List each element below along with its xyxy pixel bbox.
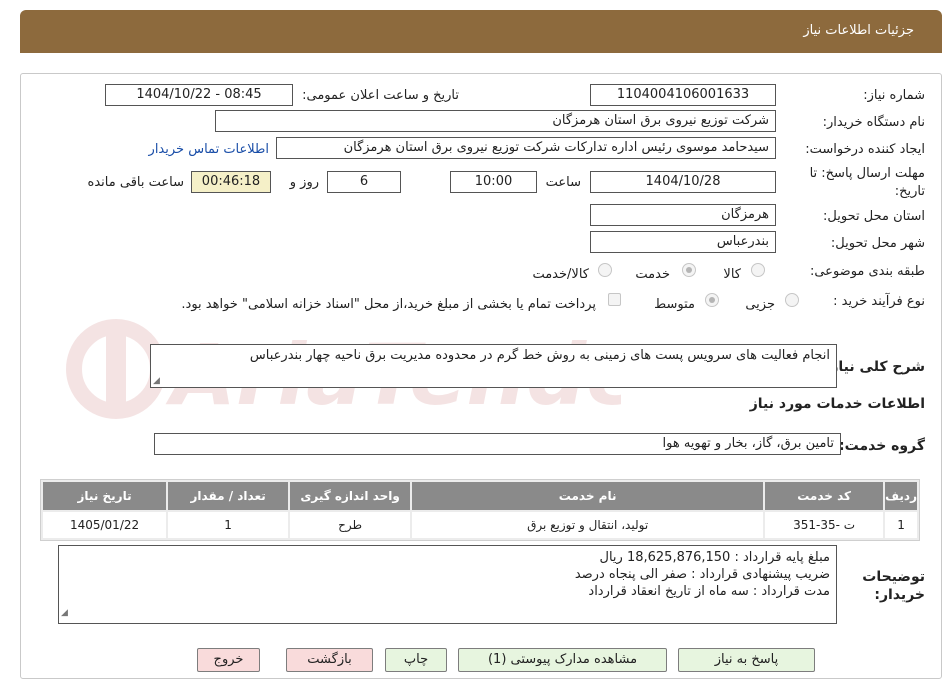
col-header-need-date: تاریخ نیاز xyxy=(43,482,167,510)
buyer-note-line: مبلغ پایه قرارداد : 18,625,876,150 ریال xyxy=(599,550,830,565)
deadline-date-field: 1404/10/28 xyxy=(590,171,776,193)
announce-date-label: تاریخ و ساعت اعلان عمومی: xyxy=(302,88,459,103)
category-label: طبقه بندی موضوعی: xyxy=(809,264,925,279)
description-text: انجام فعالیت های سرویس پست های زمینی به … xyxy=(249,348,830,363)
need-number-field: 1104004106001633 xyxy=(590,84,776,106)
buyer-contact-link[interactable]: اطلاعات تماس خریدار xyxy=(149,142,269,157)
cell-need-date: 1405/01/22 xyxy=(43,512,167,538)
treasury-payment-checkbox[interactable] xyxy=(608,293,621,306)
need-details-panel: AriaTender شماره نیاز: 1104004106001633 … xyxy=(20,73,942,679)
deadline-time-field: 10:00 xyxy=(450,171,537,193)
process-radio-medium[interactable] xyxy=(705,293,719,307)
cell-unit: طرح xyxy=(290,512,411,538)
city-field: بندرعباس xyxy=(590,231,776,253)
buyer-notes-label-line2: خریدار: xyxy=(874,587,925,603)
deadline-label-line2: تاریخ: xyxy=(894,184,925,199)
buyer-label: نام دستگاه خریدار: xyxy=(822,115,925,130)
category-option-goods-service: کالا/خدمت xyxy=(532,267,589,282)
requester-field: سیدحامد موسوی رئیس اداره تدارکات شرکت تو… xyxy=(276,137,776,159)
buyer-note-line: مدت قرارداد : سه ماه از تاریخ انعقاد قرا… xyxy=(588,584,830,599)
need-number-label: شماره نیاز: xyxy=(863,88,925,103)
announce-date-field: 1404/10/22 - 08:45 xyxy=(105,84,293,106)
process-label: نوع فرآیند خرید : xyxy=(833,294,925,309)
col-header-row-number: ردیف xyxy=(885,482,917,510)
days-label: روز و xyxy=(289,175,319,190)
col-header-service-code: کد خدمت xyxy=(765,482,884,510)
remaining-time-field: 00:46:18 xyxy=(191,171,271,193)
buyer-notes-textarea[interactable]: مبلغ پایه قرارداد : 18,625,876,150 ریال … xyxy=(58,545,837,624)
service-group-label: گروه خدمت: xyxy=(839,438,925,454)
buyer-field: شرکت توزیع نیروی برق استان هرمزگان xyxy=(215,110,776,132)
print-button[interactable]: چاپ xyxy=(385,648,447,672)
page-title: جزئیات اطلاعات نیاز xyxy=(803,23,914,38)
city-label: شهر محل تحویل: xyxy=(830,236,925,251)
view-attachments-button[interactable]: مشاهده مدارک پیوستی (1) xyxy=(458,648,667,672)
page-header: جزئیات اطلاعات نیاز xyxy=(20,10,942,53)
process-option-minor: جزیی xyxy=(745,297,775,312)
deadline-label: مهلت ارسال پاسخ: تا xyxy=(809,166,925,181)
treasury-payment-note: پرداخت تمام یا بخشی از مبلغ خرید،از محل … xyxy=(181,297,596,312)
cell-row-number: 1 xyxy=(885,512,917,538)
col-header-service-name: نام خدمت xyxy=(412,482,764,510)
services-table: ردیف کد خدمت نام خدمت واحد اندازه گیری ت… xyxy=(40,479,920,541)
resize-handle-icon[interactable]: ◢ xyxy=(153,376,160,386)
service-group-field: تامین برق، گاز، بخار و تهویه هوا xyxy=(154,433,841,455)
exit-button[interactable]: خروج xyxy=(197,648,260,672)
process-option-medium: متوسط xyxy=(654,297,695,312)
table-header-row: ردیف کد خدمت نام خدمت واحد اندازه گیری ت… xyxy=(43,482,917,510)
table-row: 1 ت -35-351 تولید، انتقال و توزیع برق طر… xyxy=(43,512,917,538)
province-label: استان محل تحویل: xyxy=(823,209,925,224)
cell-service-name: تولید، انتقال و توزیع برق xyxy=(412,512,764,538)
buyer-note-line: ضریب پیشنهادی قرارداد : صفر الی پنجاه در… xyxy=(574,567,830,582)
category-radio-service[interactable] xyxy=(682,263,696,277)
province-field: هرمزگان xyxy=(590,204,776,226)
days-field: 6 xyxy=(327,171,401,193)
reply-button[interactable]: پاسخ به نیاز xyxy=(678,648,815,672)
category-option-service: خدمت xyxy=(635,267,670,282)
category-radio-goods-service[interactable] xyxy=(598,263,612,277)
description-textarea[interactable]: انجام فعالیت های سرویس پست های زمینی به … xyxy=(150,344,837,388)
services-section-title: اطلاعات خدمات مورد نیاز xyxy=(749,396,925,412)
col-header-quantity: تعداد / مقدار xyxy=(168,482,289,510)
col-header-unit: واحد اندازه گیری xyxy=(290,482,411,510)
buyer-notes-label: توضیحات xyxy=(862,569,925,585)
description-label: شرح کلی نیاز: xyxy=(824,359,925,375)
process-radio-minor[interactable] xyxy=(785,293,799,307)
cell-quantity: 1 xyxy=(168,512,289,538)
category-radio-goods[interactable] xyxy=(751,263,765,277)
back-button[interactable]: بازگشت xyxy=(286,648,373,672)
category-option-goods: کالا xyxy=(723,267,741,282)
requester-label: ایجاد کننده درخواست: xyxy=(805,142,925,157)
resize-handle-icon[interactable]: ◢ xyxy=(61,605,68,622)
deadline-time-label: ساعت xyxy=(545,175,581,190)
cell-service-code: ت -35-351 xyxy=(765,512,884,538)
remaining-time-label: ساعت باقی مانده xyxy=(87,175,184,190)
